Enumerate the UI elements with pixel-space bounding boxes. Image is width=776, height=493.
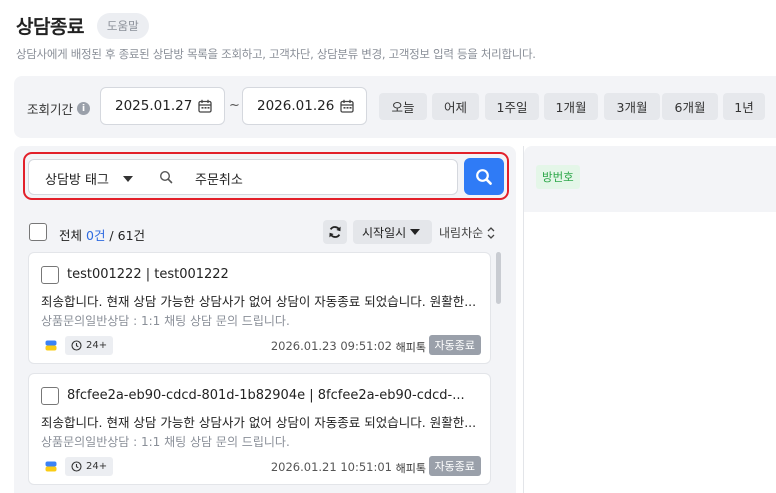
period-label: 조회기간 i: [27, 99, 91, 118]
room-date: 2026.01.21 10:51:01: [270, 460, 392, 474]
room-last-message: 죄송합니다. 현재 상담 가능한 상담사가 없어 상담이 자동종료 되었습니다.…: [41, 294, 477, 309]
page-description: 상담사에게 배정된 후 종료된 상담방 목록을 조회하고, 고객차단, 상담분류…: [16, 47, 536, 61]
room-meta: 24+ 2026.01.23 09:51:02 해피톡 자동종료: [41, 335, 481, 355]
clock-icon: [71, 461, 82, 472]
duration-badge: 24+: [65, 336, 114, 355]
room-number-label: 방번호: [536, 165, 580, 189]
refresh-icon: [329, 226, 341, 238]
start-date-input[interactable]: 2025.01.27: [100, 87, 225, 125]
room-title: test001222 | test001222: [67, 267, 229, 282]
select-all-label: 전체: [59, 228, 83, 243]
room-agent: 해피톡: [395, 341, 426, 354]
range-6month-button[interactable]: 6개월: [662, 93, 718, 120]
room-title: 8fcfee2a-eb90-cdcd-801d-1b82904e | 8fcfe…: [67, 388, 465, 403]
period-label-text: 조회기간: [27, 102, 74, 117]
room-card[interactable]: 8fcfee2a-eb90-cdcd-801d-1b82904e | 8fcfe…: [28, 373, 491, 485]
caret-down-icon: [122, 175, 133, 182]
filter-panel: 조회기간 i 2025.01.27 ~ 2026.01.26 오늘 어제 1주일…: [14, 76, 776, 138]
room-checkbox[interactable]: [41, 266, 59, 284]
info-icon[interactable]: i: [77, 102, 91, 115]
search-bar: 상담방 태그 주문취소: [23, 152, 509, 200]
sort-updown-icon: [487, 226, 495, 239]
sort-field-dropdown[interactable]: 시작일시: [353, 220, 432, 244]
range-1year-button[interactable]: 1년: [723, 93, 765, 120]
channel-icon: [45, 461, 57, 472]
room-meta: 24+ 2026.01.21 10:51:01 해피톡 자동종료: [41, 456, 481, 476]
status-badge: 자동종료: [428, 335, 481, 355]
room-checkbox[interactable]: [41, 387, 59, 405]
duration-badge: 24+: [65, 457, 114, 476]
search-button[interactable]: [464, 158, 504, 195]
sort-field-label: 시작일시: [362, 225, 407, 240]
range-3month-button[interactable]: 3개월: [604, 93, 660, 120]
search-field: 상담방 태그 주문취소: [28, 159, 458, 195]
range-1month-button[interactable]: 1개월: [544, 93, 598, 120]
room-card[interactable]: test001222 | test001222 죄송합니다. 현재 상담 가능한…: [28, 252, 491, 364]
room-category: 상품문의일반상담 : 1:1 채팅 상담 문의 드립니다.: [41, 435, 290, 449]
tag-select-label: 상담방 태그: [45, 173, 109, 188]
caret-down-icon: [410, 229, 421, 235]
page-title: 상담종료: [16, 16, 84, 38]
room-detail-panel: 방번호: [523, 146, 776, 493]
end-date-value: 2026.01.26: [257, 98, 335, 114]
channel-icon: [45, 340, 57, 351]
room-last-message: 죄송합니다. 현재 상담 가능한 상담사가 없어 상담이 자동종료 되었습니다.…: [41, 415, 477, 430]
sort-order-label: 내림차순: [439, 226, 484, 240]
range-yesterday-button[interactable]: 어제: [432, 93, 479, 120]
status-badge: 자동종료: [428, 456, 481, 476]
total-count: / 61건: [105, 228, 146, 243]
page-header: 상담종료 도움말: [16, 12, 149, 39]
duration-value: 24+: [86, 340, 108, 351]
search-icon: [476, 168, 492, 185]
list-toolbar: 전체 0건 / 61건 시작일시 내림차순: [29, 220, 509, 244]
selected-count: 0건: [86, 228, 106, 243]
room-list-panel: 상담방 태그 주문취소 전체 0건 / 61건 시작일시 내림차순 test00…: [14, 146, 516, 493]
tag-select-dropdown[interactable]: 상담방 태그: [45, 169, 133, 188]
duration-value: 24+: [86, 461, 108, 472]
room-category: 상품문의일반상담 : 1:1 채팅 상담 문의 드립니다.: [41, 314, 290, 328]
range-today-button[interactable]: 오늘: [379, 93, 427, 120]
range-1week-button[interactable]: 1주일: [485, 93, 539, 120]
refresh-button[interactable]: [323, 220, 347, 244]
end-date-input[interactable]: 2026.01.26: [242, 87, 367, 125]
sort-order-dropdown[interactable]: 내림차순: [439, 224, 496, 241]
help-button[interactable]: 도움말: [96, 12, 149, 39]
calendar-icon[interactable]: [340, 99, 354, 113]
calendar-icon[interactable]: [198, 99, 212, 113]
search-input[interactable]: 주문취소: [195, 169, 243, 188]
room-agent: 해피톡: [395, 462, 426, 475]
select-all-checkbox[interactable]: [29, 223, 47, 241]
room-date: 2026.01.23 09:51:02: [270, 339, 392, 353]
start-date-value: 2025.01.27: [115, 98, 193, 114]
list-count: 전체 0건 / 61건: [59, 225, 145, 244]
search-icon: [159, 170, 173, 184]
clock-icon: [71, 340, 82, 351]
room-detail-header: 방번호: [524, 146, 776, 212]
date-separator: ~: [229, 98, 240, 113]
list-scrollbar[interactable]: [496, 252, 501, 304]
